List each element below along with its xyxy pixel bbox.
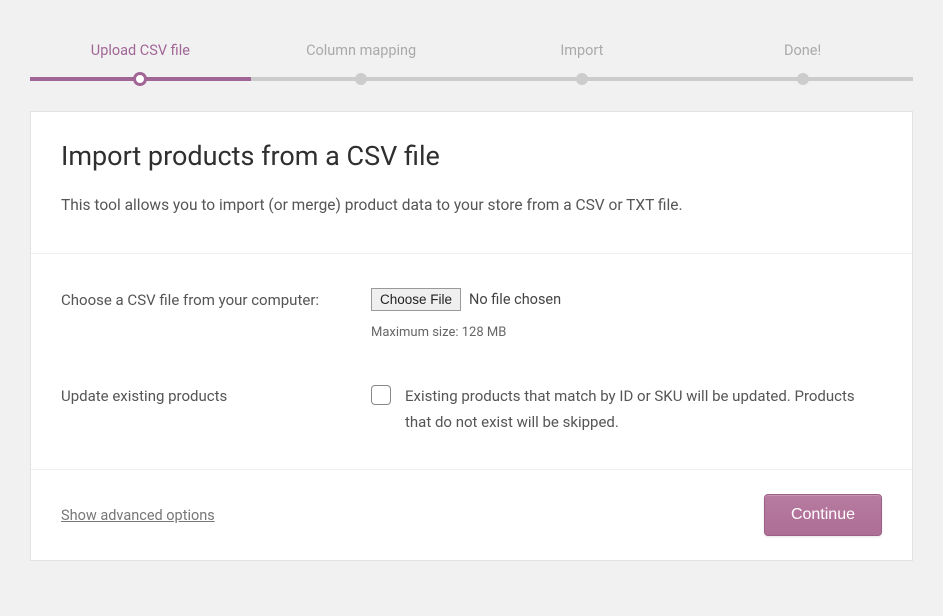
file-label: Choose a CSV file from your computer: (61, 288, 371, 340)
page-description: This tool allows you to import (or merge… (61, 194, 882, 217)
show-advanced-options-link[interactable]: Show advanced options (61, 507, 215, 524)
update-existing-checkbox[interactable] (371, 385, 391, 405)
file-row: Choose a CSV file from your computer: Ch… (61, 266, 882, 362)
update-label: Update existing products (61, 384, 371, 435)
progress-dot-2 (355, 73, 367, 85)
progress-stepper: Upload CSV file Column mapping Import Do… (30, 0, 913, 81)
choose-file-button[interactable]: Choose File (371, 288, 461, 311)
step-import: Import (472, 42, 693, 59)
card-body: Choose a CSV file from your computer: Ch… (31, 253, 912, 469)
card-header: Import products from a CSV file This too… (31, 112, 912, 253)
step-done: Done! (692, 42, 913, 59)
file-size-hint: Maximum size: 128 MB (371, 325, 882, 340)
update-description: Existing products that match by ID or SK… (405, 384, 882, 435)
progress-dot-1 (136, 75, 144, 83)
progress-track (30, 77, 913, 81)
page-title: Import products from a CSV file (61, 140, 882, 172)
card-footer: Show advanced options Continue (31, 469, 912, 560)
update-row: Update existing products Existing produc… (61, 362, 882, 457)
progress-dot-3 (576, 73, 588, 85)
import-card: Import products from a CSV file This too… (30, 111, 913, 561)
step-upload-csv: Upload CSV file (30, 42, 251, 59)
file-status: No file chosen (469, 291, 561, 308)
step-column-mapping: Column mapping (251, 42, 472, 59)
continue-button[interactable]: Continue (764, 494, 882, 536)
progress-dot-4 (797, 73, 809, 85)
